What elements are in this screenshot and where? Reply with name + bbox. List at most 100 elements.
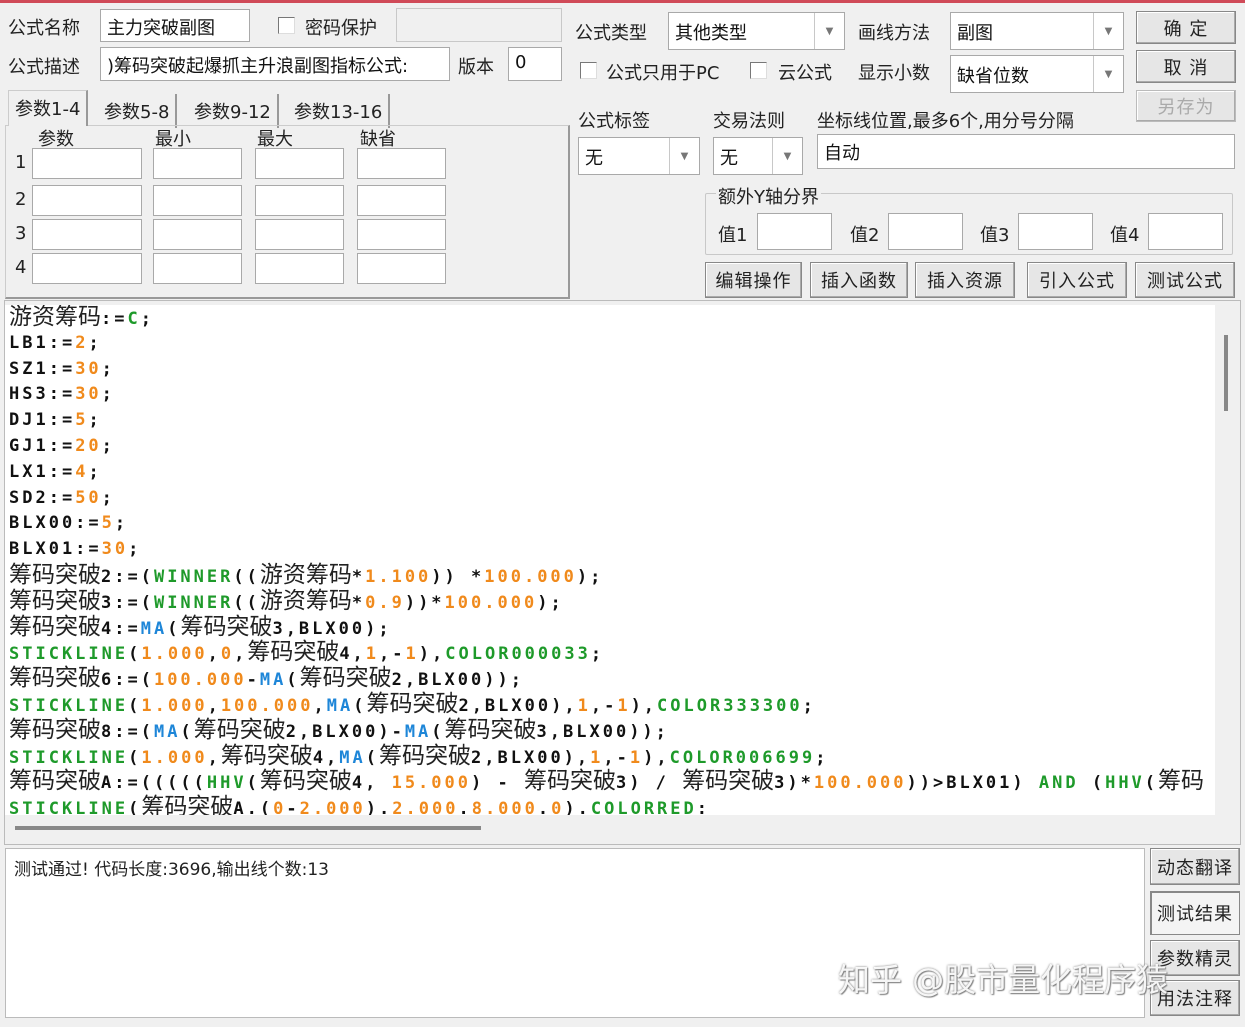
param-cell-3-参数[interactable] [32,219,142,250]
code-line[interactable]: SZ1:=30; [5,357,1215,383]
code-token: 筹码突破 [444,716,537,743]
tab-params-13-16[interactable]: 参数13-16 [288,94,391,128]
code-line[interactable]: 筹码突破A:=(((((HHV(筹码突破4, 15.000) - 筹码突破3) … [5,768,1215,795]
code-token: 筹码突破 [9,561,101,588]
watermark: 知乎 @股市量化程序猿 [838,961,1169,999]
code-line[interactable]: 筹码突破4:=MA(筹码突破3,BLX00); [5,614,1215,641]
chevron-down-icon[interactable]: ▼ [772,138,802,174]
code-line[interactable]: STICKLINE(筹码突破A.(0-2.000).2.000.8.000.0)… [5,794,1215,815]
version-input[interactable]: 0 [508,47,562,81]
ok-button[interactable]: 确 定 [1136,11,1236,44]
code-token: . [458,799,472,815]
code-line[interactable]: HS3:=30; [5,382,1215,408]
tag-select[interactable]: 无 ▼ [578,137,700,175]
code-line[interactable]: DJ1:=5; [5,408,1215,434]
code-token: ); [537,592,564,613]
y-value-input-3[interactable] [1018,213,1093,250]
param-cell-2-缺省[interactable] [357,185,446,216]
test-formula-button[interactable]: 测试公式 [1135,262,1235,298]
code-token: 1 [629,747,644,768]
code-token: ), [630,695,658,716]
code-line[interactable]: 筹码突破6:=(100.000-MA(筹码突破2,BLX00)); [5,665,1215,692]
param-cell-4-最大[interactable] [255,253,344,284]
param-cell-1-参数[interactable] [32,148,142,179]
trade-rule-select[interactable]: 无 ▼ [713,137,803,175]
horizontal-scrollbar-thumb[interactable] [15,826,481,830]
formula-name-input[interactable]: 主力突破副图 [100,9,250,42]
tab-params-9-12[interactable]: 参数9-12 [188,94,279,128]
param-cell-1-最大[interactable] [255,148,344,179]
param-cell-4-参数[interactable] [32,253,142,284]
dynamic-translate-button[interactable]: 动态翻译 [1150,848,1240,885]
code-line[interactable]: BLX01:=30; [5,537,1215,563]
formula-desc-input[interactable]: )筹码突破起爆抓主升浪副图指标公式: [100,47,450,81]
param-cell-4-最小[interactable] [153,253,242,284]
vertical-scrollbar-thumb[interactable] [1224,335,1228,411]
code-editor[interactable]: 游资筹码:=C; LB1:=2; SZ1:=30; HS3:=30; DJ1:=5; GJ… [5,305,1215,815]
code-line[interactable]: 游资筹码:=C; [5,305,1215,331]
code-token: ( [128,695,142,716]
code-token: ; [101,435,115,456]
code-token: MA [259,670,287,691]
code-line[interactable]: 筹码突破2:=(WINNER((游资筹码*1.100)) *100.000); [5,561,1215,589]
code-line[interactable]: 筹码突破3:=(WINNER((游资筹码*0.9))*100.000); [5,588,1215,615]
formula-type-select[interactable]: 其他类型 ▼ [668,12,845,50]
chevron-down-icon[interactable]: ▼ [669,138,699,174]
code-line[interactable]: SD2:=50; [5,486,1215,512]
code-line[interactable]: STICKLINE(1.000,筹码突破4,MA(筹码突破2,BLX00),1,… [5,742,1215,770]
param-cell-2-最大[interactable] [255,185,344,216]
code-token: ; [101,358,115,379]
draw-method-select[interactable]: 副图 ▼ [950,12,1124,50]
param-cell-4-缺省[interactable] [357,253,446,284]
decimals-select[interactable]: 缺省位数 ▼ [950,55,1124,93]
param-cell-1-最小[interactable] [153,148,242,179]
tab-params-1-4[interactable]: 参数1-4 [8,90,89,126]
chevron-down-icon[interactable]: ▼ [1093,13,1123,49]
code-line[interactable]: LB1:=2; [5,331,1215,357]
code-token: MA [140,618,168,639]
chevron-down-icon[interactable]: ▼ [1093,56,1123,92]
y-value-input-1[interactable] [757,213,832,250]
insert-function-button[interactable]: 插入函数 [810,262,908,298]
import-formula-button[interactable]: 引入公式 [1027,262,1127,298]
param-cell-3-缺省[interactable] [357,219,446,250]
password-checkbox[interactable] [278,17,295,34]
code-token: ; [101,384,115,405]
cloud-checkbox[interactable] [750,62,767,79]
y-value-input-2[interactable] [888,213,963,250]
code-token: 筹码突破 [299,665,392,692]
param-cell-1-缺省[interactable] [357,148,446,179]
code-token: , [207,695,221,716]
y-value-label: 值4 [1110,225,1140,246]
code-line[interactable]: STICKLINE(1.000,0,筹码突破4,1,-1),COLOR00003… [5,639,1215,666]
code-line[interactable]: 筹码突破8:=(MA(筹码突破2,BLX00)-MA(筹码突破3,BLX00))… [5,716,1215,744]
axis-line-input[interactable]: 自动 [817,134,1235,169]
tab-params-5-8[interactable]: 参数5-8 [98,94,178,128]
code-line[interactable]: STICKLINE(1.000,100.000,MA(筹码突破2,BLX00),… [5,691,1215,718]
code-token: MA [326,695,354,716]
param-cell-2-参数[interactable] [32,185,142,216]
code-line[interactable]: LX1:=4; [5,460,1215,486]
code-token: ,- [603,747,630,768]
test-result-button[interactable]: 测试结果 [1150,891,1240,935]
param-cell-2-最小[interactable] [153,185,242,216]
code-token: 筹码突破 [220,742,313,769]
code-line[interactable]: GJ1:=20; [5,434,1215,460]
cancel-button[interactable]: 取 消 [1136,50,1236,83]
code-token: STICKLINE [9,644,129,665]
insert-resource-button[interactable]: 插入资源 [915,262,1015,298]
code-token: 50 [75,487,102,508]
save-as-button[interactable]: 另存为 [1136,90,1236,122]
edit-operation-button[interactable]: 编辑操作 [705,262,802,298]
code-token: 筹码 [1158,768,1205,795]
y-value-input-4[interactable] [1148,213,1223,250]
chevron-down-icon[interactable]: ▼ [814,13,844,49]
code-token: ( [1144,773,1159,794]
pc-only-checkbox[interactable] [580,62,597,79]
cloud-label: 云公式 [778,63,832,84]
extra-y-axis-label: 额外Y轴分界 [716,183,821,209]
code-token: 100.000 [813,773,907,794]
param-cell-3-最大[interactable] [255,219,344,250]
param-cell-3-最小[interactable] [153,219,242,250]
code-line[interactable]: BLX00:=5; [5,511,1215,537]
